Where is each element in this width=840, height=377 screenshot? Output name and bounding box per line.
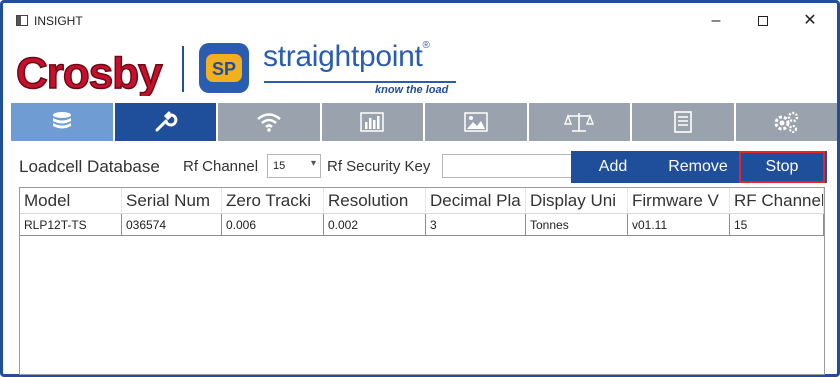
table-cell[interactable]: 3 xyxy=(426,214,526,235)
straightpoint-wordmark: straightpoint® xyxy=(263,40,430,74)
column-header-display-units[interactable]: Display Uni xyxy=(526,188,628,213)
column-header-serial[interactable]: Serial Num xyxy=(122,188,222,213)
loadcell-table[interactable]: Model Serial Num Zero Tracki Resolution … xyxy=(19,187,825,375)
remove-button[interactable]: Remove xyxy=(655,151,741,183)
table-cell[interactable]: 036574 xyxy=(122,214,222,235)
wifi-icon xyxy=(256,113,281,132)
security-key-input[interactable] xyxy=(442,154,582,178)
gears-icon xyxy=(774,111,799,133)
app-icon xyxy=(16,15,28,26)
database-icon xyxy=(52,112,71,129)
action-button-group: Add Remove Stop xyxy=(571,151,827,183)
security-key-label: Rf Security Key xyxy=(327,158,431,175)
image-icon xyxy=(464,112,488,132)
tab-wireless[interactable] xyxy=(218,103,320,141)
brand-divider xyxy=(182,46,184,92)
rf-channel-select[interactable]: 15 ▾ xyxy=(267,154,321,178)
title-bar: INSIGHT – ✕ xyxy=(6,6,840,36)
brand-name: straightpoint xyxy=(263,40,423,73)
column-header-resolution[interactable]: Resolution xyxy=(324,188,426,213)
tab-report[interactable] xyxy=(632,103,734,141)
close-button[interactable]: ✕ xyxy=(790,8,830,34)
tab-database[interactable] xyxy=(11,103,113,141)
rf-channel-value: 15 xyxy=(273,160,286,172)
bar-chart-icon xyxy=(360,112,384,132)
tab-scale[interactable] xyxy=(528,103,630,141)
svg-text:SP: SP xyxy=(212,59,236,79)
tab-settings[interactable] xyxy=(114,103,216,141)
column-header-decimal-places[interactable]: Decimal Pla xyxy=(426,188,526,213)
crosby-logo: Crosby xyxy=(15,48,165,96)
loadcell-toolbar: Loadcell Database Rf Channel 15 ▾ Rf Sec… xyxy=(19,151,834,183)
column-header-model[interactable]: Model xyxy=(20,188,122,213)
table-cell[interactable]: 15 xyxy=(730,214,824,235)
table-cell[interactable]: RLP12T-TS xyxy=(20,214,122,235)
brand-header: Crosby SP straightpoint® know the load xyxy=(6,36,840,102)
table-cell[interactable]: v01.11 xyxy=(628,214,730,235)
table-cell[interactable]: 0.006 xyxy=(222,214,324,235)
stop-button[interactable]: Stop xyxy=(739,151,825,183)
section-title: Loadcell Database xyxy=(19,157,160,176)
minimize-button[interactable]: – xyxy=(696,8,736,34)
table-cell[interactable]: 0.002 xyxy=(324,214,426,235)
scale-icon xyxy=(564,113,595,132)
main-tab-bar xyxy=(11,103,837,141)
document-icon xyxy=(673,111,692,133)
table-empty-area xyxy=(20,236,824,374)
chevron-down-icon: ▾ xyxy=(310,158,316,169)
svg-text:Crosby: Crosby xyxy=(16,49,163,96)
tab-image[interactable] xyxy=(425,103,527,141)
table-row[interactable]: RLP12T-TS 036574 0.006 0.002 3 Tonnes v0… xyxy=(20,214,824,236)
column-header-firmware[interactable]: Firmware V xyxy=(628,188,730,213)
brand-tagline: know the load xyxy=(375,84,449,96)
add-button[interactable]: Add xyxy=(571,151,655,183)
maximize-button[interactable] xyxy=(743,8,783,34)
registered-mark: ® xyxy=(422,40,430,51)
straightpoint-badge: SP xyxy=(199,43,249,93)
tab-chart[interactable] xyxy=(321,103,423,141)
column-header-rf-channel[interactable]: RF Channel xyxy=(730,188,824,213)
app-window: INSIGHT – ✕ Crosby SP straightpoint® kno… xyxy=(0,0,840,377)
maximize-icon xyxy=(758,15,768,26)
wrench-icon xyxy=(155,111,178,132)
rf-channel-label: Rf Channel xyxy=(183,158,259,175)
table-header: Model Serial Num Zero Tracki Resolution … xyxy=(20,188,824,214)
window-title: INSIGHT xyxy=(34,14,83,28)
tab-configuration[interactable] xyxy=(735,103,837,141)
column-header-zero-tracking[interactable]: Zero Tracki xyxy=(222,188,324,213)
brand-underline xyxy=(264,81,456,83)
table-cell[interactable]: Tonnes xyxy=(526,214,628,235)
